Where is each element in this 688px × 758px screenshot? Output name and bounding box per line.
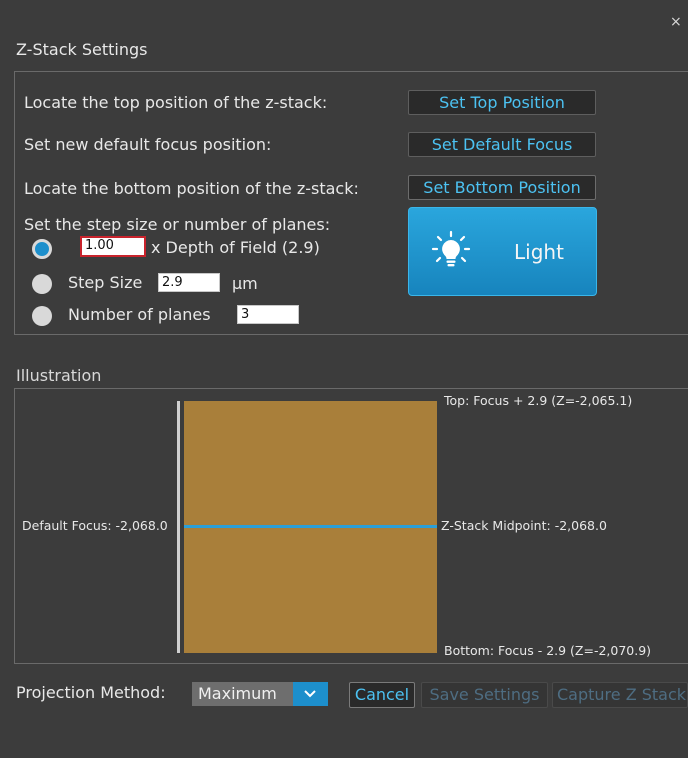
cancel-button[interactable]: Cancel xyxy=(349,682,415,708)
step-size-input[interactable]: 2.9 xyxy=(158,273,220,292)
light-bulb-icon xyxy=(431,230,471,267)
depth-of-field-input[interactable]: 1.00 xyxy=(80,236,146,257)
projection-method-label: Projection Method: xyxy=(16,683,166,702)
midpoint-annotation: Z-Stack Midpoint: -2,068.0 xyxy=(441,518,607,533)
set-default-focus-button[interactable]: Set Default Focus xyxy=(408,132,596,157)
step-unit-label: µm xyxy=(232,274,258,293)
projection-method-select[interactable]: Maximum xyxy=(192,682,328,706)
step-size-label: Set the step size or number of planes: xyxy=(24,215,331,234)
capture-z-stack-button[interactable]: Capture Z Stack xyxy=(552,682,688,708)
set-top-position-button[interactable]: Set Top Position xyxy=(408,90,596,115)
top-position-label: Locate the top position of the z-stack: xyxy=(24,93,328,112)
bottom-position-label: Locate the bottom position of the z-stac… xyxy=(24,179,359,198)
bottom-focus-annotation: Bottom: Focus - 2.9 (Z=-2,070.9) xyxy=(444,643,652,658)
z-stack-midline xyxy=(184,525,437,528)
number-of-planes-label: Number of planes xyxy=(68,305,211,324)
light-button-label: Light xyxy=(514,240,564,264)
default-focus-label: Set new default focus position: xyxy=(24,135,272,154)
radio-depth-of-field[interactable] xyxy=(32,239,52,259)
chevron-down-icon[interactable] xyxy=(293,682,328,706)
focus-axis-line xyxy=(177,401,180,653)
default-focus-annotation: Default Focus: -2,068.0 xyxy=(22,518,168,533)
projection-method-value: Maximum xyxy=(198,684,277,703)
number-of-planes-input[interactable]: 3 xyxy=(237,305,299,324)
illustration-title: Illustration xyxy=(16,366,102,385)
top-focus-annotation: Top: Focus + 2.9 (Z=-2,065.1) xyxy=(444,393,633,408)
step-size-option-label: Step Size xyxy=(68,273,143,292)
dialog-title: Z-Stack Settings xyxy=(16,40,148,59)
light-button[interactable]: Light xyxy=(408,207,597,296)
save-settings-button[interactable]: Save Settings xyxy=(421,682,548,708)
radio-number-of-planes[interactable] xyxy=(32,306,52,326)
radio-step-size[interactable] xyxy=(32,274,52,294)
set-bottom-position-button[interactable]: Set Bottom Position xyxy=(408,175,596,200)
close-icon[interactable]: × xyxy=(670,14,682,30)
depth-of-field-label: x Depth of Field (2.9) xyxy=(151,238,320,257)
